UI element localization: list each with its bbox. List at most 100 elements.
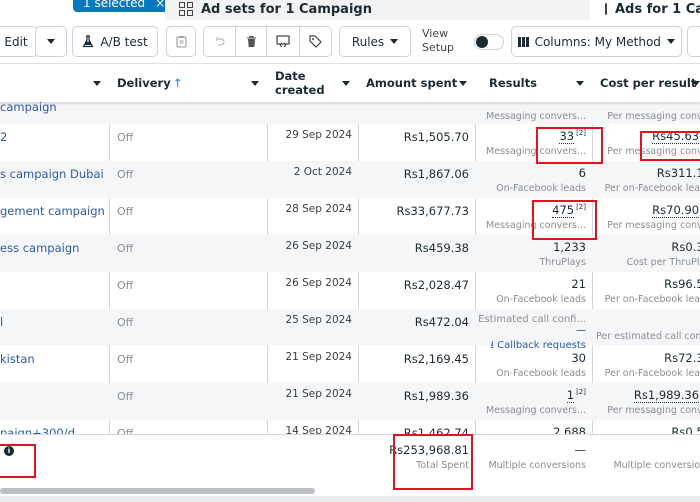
columns-label: Columns: My Method	[534, 34, 661, 49]
table-row[interactable]: Off 21 Sep 2024 Rs1,989.36 1 [2] Messagin…	[0, 383, 700, 420]
results-cell: 1,233 ThruPlays	[478, 235, 586, 272]
horizontal-scrollbar[interactable]	[0, 488, 315, 494]
results-cell: 6 On-Facebook leads	[478, 161, 586, 198]
table-row[interactable]: ess campaign Off 26 Sep 2024 Rs459.38 1,…	[0, 235, 700, 272]
caret-down-icon	[390, 39, 399, 44]
column-header-delivery[interactable]: Delivery ↑	[109, 64, 267, 102]
header-label: Cost per result	[600, 76, 697, 90]
amount-spent: Rs472.04	[414, 315, 469, 329]
tab-ad-sets[interactable]: Ad sets for 1 Campaign	[165, 0, 590, 20]
header-label: Amount spent	[366, 76, 458, 90]
ab-test-button[interactable]: A/B test	[72, 26, 158, 57]
result-type: On-Facebook leads	[496, 183, 586, 194]
caret-down-icon[interactable]	[692, 81, 700, 86]
caret-down-icon[interactable]	[342, 81, 350, 86]
breakdown-button[interactable]	[687, 26, 700, 57]
table-row[interactable]: l Off 25 Sep 2024 Rs472.04 Estimated cal…	[0, 309, 700, 351]
delivery-status: Off	[117, 131, 134, 144]
column-header-name[interactable]	[0, 64, 109, 102]
amount-spent: Rs33,677.73	[396, 204, 469, 218]
bottom-strip	[0, 496, 700, 502]
delivery-status: Off	[117, 279, 134, 292]
delete-button[interactable]	[235, 26, 267, 57]
cost-type: Per estimated call conf...	[596, 331, 700, 342]
caret-down-icon	[47, 39, 55, 44]
toggle-knob	[476, 36, 488, 48]
cost-per-result-value[interactable]: Rs1,989.36	[633, 388, 700, 403]
trash-icon	[246, 35, 256, 47]
result-value: 21	[571, 277, 586, 291]
clipboard-icon	[175, 36, 187, 48]
table-row[interactable]: Off 26 Sep 2024 Rs2,028.47 21 On-Faceboo…	[0, 272, 700, 309]
campaign-name[interactable]: gement campaign	[0, 198, 110, 235]
campaign-name[interactable]	[0, 272, 110, 309]
date-created: 28 Sep 2024	[285, 203, 352, 215]
cost-type: Per messaging conv...	[607, 220, 700, 231]
delivery-status: Off	[117, 353, 134, 366]
cost-per-result-value[interactable]: Rs70.90	[652, 203, 700, 218]
toolbar: Edit A/B test Rules View Setup Columns: …	[0, 24, 700, 60]
selected-badge[interactable]: 1 selected ×	[73, 0, 176, 12]
preview-button[interactable]	[266, 26, 300, 57]
tag-icon	[309, 35, 322, 48]
campaign-name[interactable]	[0, 383, 110, 420]
date-created: 29 Sep 2024	[285, 129, 352, 141]
table-row[interactable]: kistan Off 21 Sep 2024 Rs2,169.45 30 On-…	[0, 346, 700, 383]
caret-down-icon[interactable]	[251, 81, 259, 86]
checkbox-icon[interactable]	[605, 3, 607, 15]
undo-button[interactable]	[203, 26, 236, 57]
date-created: 26 Sep 2024	[285, 240, 352, 252]
caret-down-icon[interactable]	[459, 81, 467, 86]
edit-dropdown-button[interactable]	[35, 26, 67, 57]
campaign-name[interactable]: ess campaign	[0, 235, 110, 272]
cost-per-result-cell: Rs1,989.36[2] Per messaging conv...	[596, 383, 700, 420]
edit-button[interactable]: Edit	[0, 26, 38, 57]
tab-ads[interactable]: Ads for 1 Campaign	[597, 0, 700, 20]
results-cell: Estimated call confi... — ⭳ Callback req…	[478, 309, 586, 351]
cost-per-result-cell: Rs311.18 Per on-Facebook leads	[596, 161, 700, 198]
edit-label: Edit	[4, 34, 28, 49]
campaign-name[interactable]: s campaign Dubai	[0, 161, 110, 198]
top-bar: 1 selected × Ad sets for 1 Campaign Ads …	[0, 0, 700, 20]
campaign-name[interactable]: 2	[0, 124, 110, 161]
highlight-box	[0, 444, 36, 478]
view-setup-toggle[interactable]	[474, 34, 504, 50]
view-setup-label: View Setup	[422, 27, 454, 55]
cost-type: Per on-Facebook leads	[604, 368, 700, 379]
caret-down-icon[interactable]	[576, 81, 584, 86]
tab-ads-label: Ads for 1 Campaign	[615, 1, 700, 17]
cost-type: Per on-Facebook leads	[604, 183, 700, 194]
table-row[interactable]: s campaign Dubai Off 2 Oct 2024 Rs1,867.…	[0, 161, 700, 198]
column-header-date-created[interactable]: Date created	[267, 64, 358, 102]
rules-button[interactable]: Rules	[339, 26, 411, 57]
result-value: 6	[578, 166, 586, 180]
column-header-amount-spent[interactable]: Amount spent	[358, 64, 475, 102]
total-results: —	[574, 443, 587, 457]
campaign-name[interactable]: l	[0, 309, 110, 346]
duplicate-button[interactable]	[166, 26, 196, 57]
date-created: 2 Oct 2024	[293, 166, 352, 178]
delivery-status: Off	[117, 242, 134, 255]
footnote-marker: [2]	[576, 388, 586, 396]
close-icon[interactable]: ×	[155, 0, 165, 12]
amount-spent: Rs2,169.45	[403, 352, 469, 366]
totals-row: i Rs253,968.81 Total Spent — Multiple co…	[0, 434, 700, 488]
campaign-name[interactable]: kistan	[0, 346, 110, 383]
caret-down-icon[interactable]	[93, 81, 101, 86]
date-created: 26 Sep 2024	[285, 277, 352, 289]
delivery-status: Off	[117, 316, 134, 329]
cost-per-result-value: Rs72.32	[664, 351, 700, 365]
result-value[interactable]: 1	[566, 388, 575, 403]
header-label: Delivery	[117, 76, 171, 90]
column-header-results[interactable]: Results	[475, 64, 592, 102]
date-created: 25 Sep 2024	[285, 314, 352, 326]
results-cell: 1 [2] Messaging convers...	[478, 383, 586, 420]
cost-per-result-value: Rs311.18	[656, 166, 700, 180]
total-cost-label: Multiple conversions	[613, 460, 700, 471]
column-header-cost-per-result[interactable]: Cost per result	[592, 64, 700, 102]
results-cell: 30 On-Facebook leads	[478, 346, 586, 383]
columns-button[interactable]: Columns: My Method	[511, 26, 682, 57]
tag-button[interactable]	[299, 26, 332, 57]
result-type: Estimated call confi...	[478, 314, 586, 325]
view-setup-line2: Setup	[422, 41, 455, 54]
